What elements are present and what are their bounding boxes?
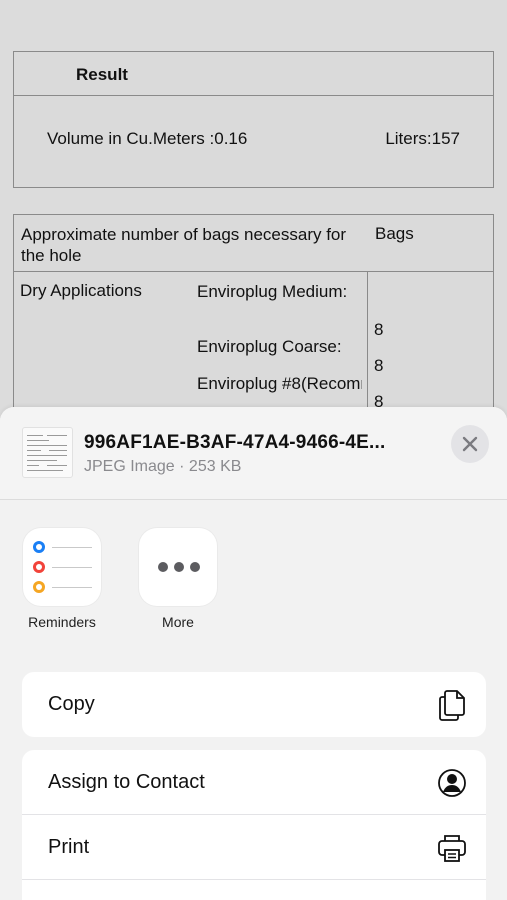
xmark-icon — [462, 436, 478, 452]
assign-to-contact-action[interactable]: Assign to Contact — [22, 750, 486, 815]
app-reminders[interactable]: Reminders — [12, 528, 112, 630]
bags-column-header: Bags — [375, 224, 414, 243]
app-label: Reminders — [28, 614, 96, 630]
action-label: Assign to Contact — [48, 770, 205, 793]
product-value: 8 — [374, 320, 384, 339]
action-label: Print — [48, 835, 90, 858]
liters-text: Liters:157 — [385, 129, 460, 148]
file-name: 996AF1AE-B3AF-47A4-9466-4E... — [84, 432, 386, 453]
copy-action[interactable]: Copy — [22, 672, 486, 737]
product-name: Enviroplug Medium: — [197, 282, 348, 301]
share-sheet: 996AF1AE-B3AF-47A4-9466-4E... JPEG Image… — [0, 407, 507, 900]
result-heading: Result — [14, 52, 493, 96]
product-value: 8 — [374, 356, 384, 375]
copy-icon — [439, 690, 465, 721]
action-group-copy: Copy — [22, 672, 486, 737]
volume-text: Volume in Cu.Meters :0.16 — [47, 129, 248, 148]
result-table: Result Volume in Cu.Meters :0.16 Liters:… — [13, 51, 494, 188]
app-label: More — [162, 614, 194, 630]
product-name: Enviroplug #8(Recommended — [197, 374, 362, 393]
bags-table-header: Approximate number of bags necessary for… — [14, 215, 493, 272]
action-label: Copy — [48, 693, 95, 715]
print-action[interactable]: Print — [22, 815, 486, 880]
file-meta: JPEG Image · 253 KB — [84, 458, 242, 475]
product-name: Enviroplug Coarse: — [197, 337, 342, 356]
contact-icon — [438, 769, 466, 797]
app-row: Reminders More — [0, 528, 507, 638]
reminders-icon — [23, 528, 101, 606]
more-icon — [139, 528, 217, 606]
category-label: Dry Applications — [20, 281, 142, 300]
file-thumbnail — [22, 427, 73, 478]
result-row: Volume in Cu.Meters :0.16 Liters:157 — [14, 96, 493, 149]
next-action[interactable] — [22, 880, 486, 900]
close-button[interactable] — [451, 425, 489, 463]
printer-icon — [438, 835, 466, 862]
bags-question: Approximate number of bags necessary for… — [21, 225, 347, 265]
action-group-more: Assign to Contact Print — [22, 750, 486, 900]
share-sheet-header: 996AF1AE-B3AF-47A4-9466-4E... JPEG Image… — [0, 407, 507, 500]
app-more[interactable]: More — [128, 528, 228, 630]
